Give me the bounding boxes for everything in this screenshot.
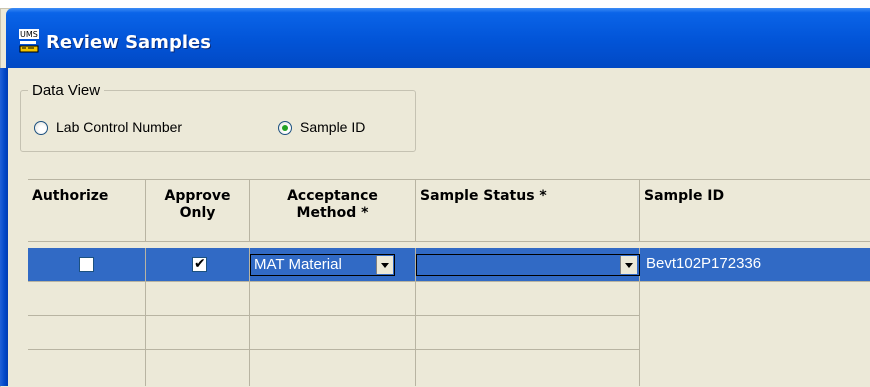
check-icon: ✔ <box>194 255 206 271</box>
acceptance-method-dropdown[interactable]: MAT Material <box>250 254 395 276</box>
lab-control-number-radio[interactable] <box>34 121 48 135</box>
column-header-sample-id[interactable]: Sample ID <box>640 180 870 242</box>
empty-cell <box>250 282 416 316</box>
sample-status-cell <box>416 248 640 282</box>
empty-cell <box>416 350 640 386</box>
empty-cell <box>416 282 640 316</box>
table-row[interactable] <box>28 282 870 316</box>
column-header-authorize[interactable]: Authorize <box>28 180 146 242</box>
empty-cell <box>250 316 416 350</box>
empty-cell <box>416 316 640 350</box>
acceptance-method-dropdown-button[interactable] <box>376 256 393 274</box>
sample-id-cell[interactable]: Bevt102P172336 <box>640 248 870 282</box>
acceptance-method-cell: MAT Material <box>250 248 416 282</box>
sample-id-value: Bevt102P172336 <box>646 255 762 272</box>
acceptance-method-value: MAT Material <box>254 256 342 273</box>
column-header-acceptance-method[interactable]: Acceptance Method * <box>250 180 416 242</box>
window-title: Review Samples <box>46 32 211 53</box>
empty-cell <box>250 350 416 386</box>
ums-app-icon: UMS <box>19 29 39 53</box>
empty-cell <box>28 282 146 316</box>
column-header-sample-status[interactable]: Sample Status * <box>416 180 640 242</box>
chevron-down-icon <box>381 263 389 268</box>
screen-top-strip <box>0 0 870 8</box>
sample-status-dropdown-button[interactable] <box>620 256 637 274</box>
lab-control-number-label[interactable]: Lab Control Number <box>56 119 264 135</box>
empty-cell <box>28 316 146 350</box>
approve-only-checkbox[interactable]: ✔ <box>192 255 207 272</box>
column-header-approve-only[interactable]: Approve Only <box>146 180 250 242</box>
acceptance-header-line1: Acceptance <box>287 188 378 204</box>
table-row[interactable] <box>28 316 870 350</box>
empty-cell <box>146 350 250 386</box>
window-left-border <box>0 68 8 386</box>
sample-status-dropdown[interactable] <box>416 254 640 276</box>
approve-only-cell: ✔ <box>146 248 250 282</box>
authorize-cell <box>28 248 146 282</box>
approve-header-line1: Approve <box>164 188 231 204</box>
svg-text:UMS: UMS <box>20 30 38 39</box>
title-bar[interactable]: UMS Review Samples <box>6 8 870 68</box>
data-view-legend: Data View <box>28 82 105 99</box>
chevron-down-icon <box>625 263 633 268</box>
approve-header-line2: Only <box>179 205 216 221</box>
sample-id-radio-label[interactable]: Sample ID <box>300 119 365 135</box>
acceptance-header-line2: Method * <box>296 205 369 221</box>
table-row[interactable] <box>28 350 870 386</box>
empty-cell <box>28 350 146 386</box>
authorize-checkbox[interactable] <box>79 257 94 272</box>
sample-id-radio[interactable] <box>278 121 292 135</box>
empty-cell <box>146 282 250 316</box>
table-row[interactable]: ✔ MAT Material Bevt102P172336 <box>28 248 870 282</box>
empty-cell <box>146 316 250 350</box>
